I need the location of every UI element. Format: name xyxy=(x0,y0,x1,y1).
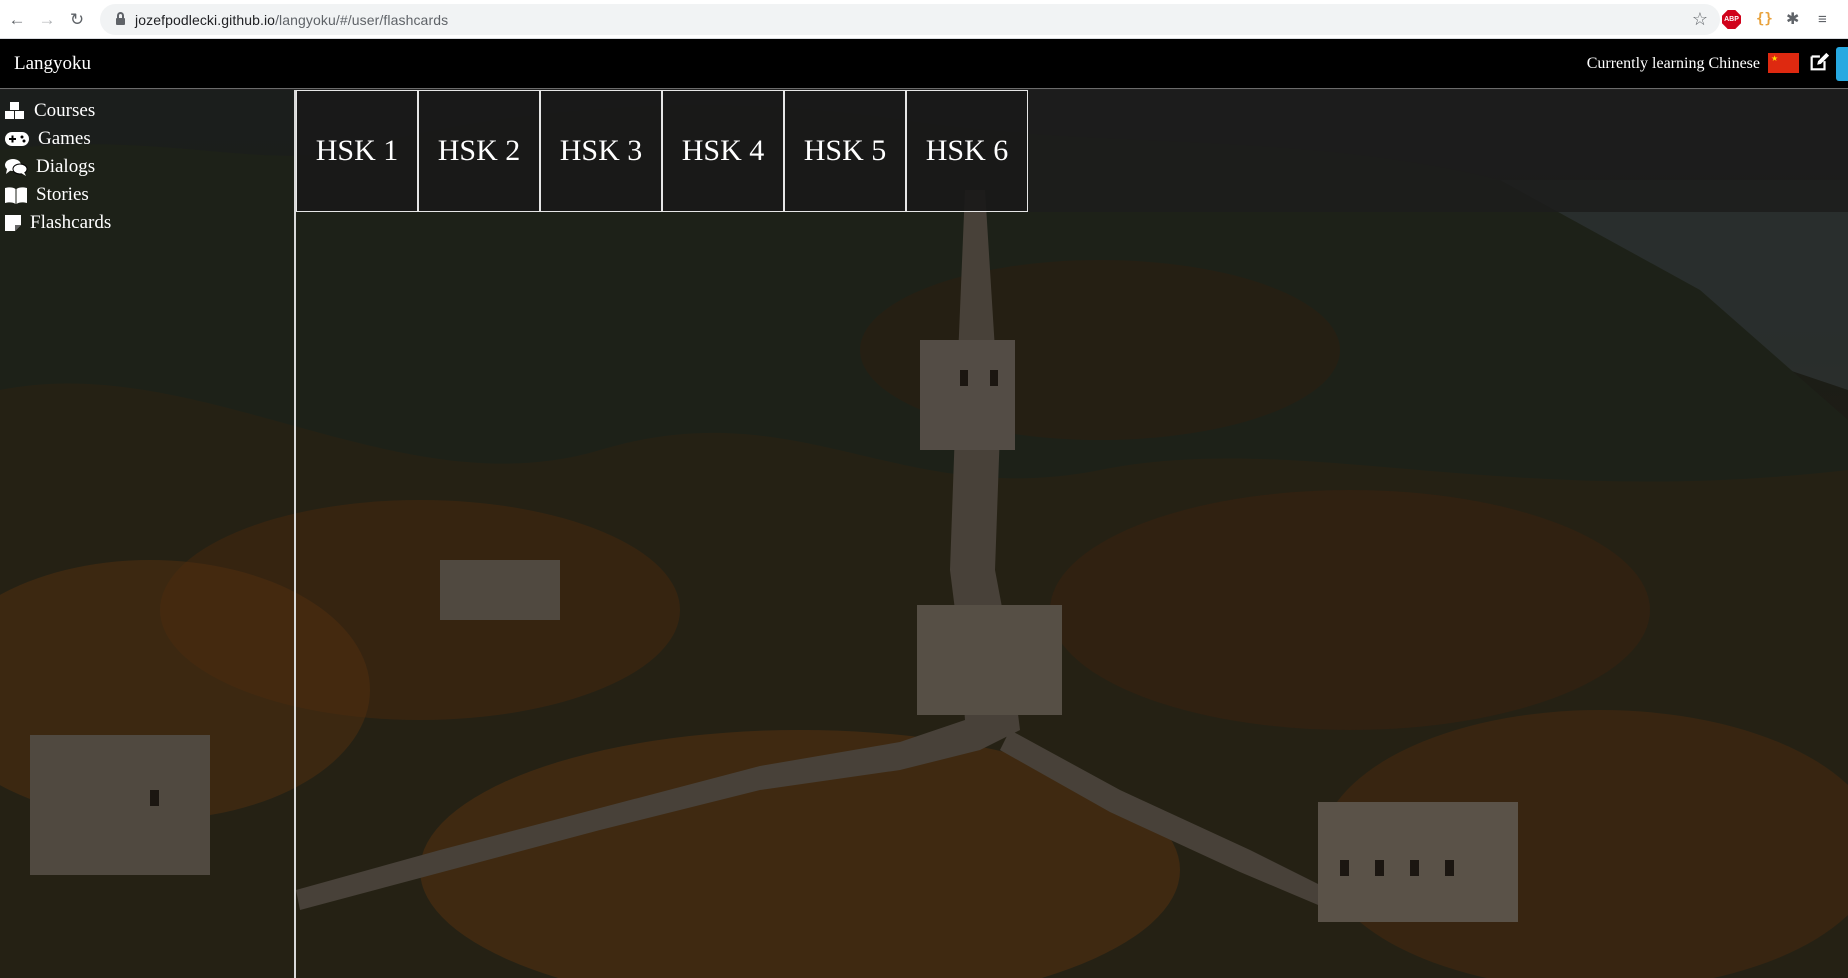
sidebar-item-courses[interactable]: Courses xyxy=(4,97,95,125)
tab-hsk-4[interactable]: HSK 4 xyxy=(662,90,784,212)
sidebar-item-label: Stories xyxy=(36,184,89,205)
sidebar-item-dialogs[interactable]: Dialogs xyxy=(4,153,95,181)
sidebar-item-stories[interactable]: Stories xyxy=(4,181,89,209)
brand-logo[interactable]: Langyoku xyxy=(14,53,91,75)
tab-hsk-2[interactable]: HSK 2 xyxy=(418,90,540,212)
current-language-label: Currently learning Chinese xyxy=(1586,55,1760,72)
back-icon[interactable]: ← xyxy=(6,8,28,30)
book-open-icon xyxy=(4,185,28,205)
braces-icon[interactable]: {} xyxy=(1756,9,1773,29)
tab-hsk-1[interactable]: HSK 1 xyxy=(296,90,418,212)
tab-hsk-5[interactable]: HSK 5 xyxy=(784,90,906,212)
sidebar-item-games[interactable]: Games xyxy=(4,125,91,153)
hsk-tab-bar: HSK 1 HSK 2 HSK 3 HSK 4 HSK 5 HSK 6 xyxy=(296,90,1848,212)
lock-icon[interactable] xyxy=(116,12,125,25)
puzzle-icon[interactable]: ✱ xyxy=(1786,9,1799,29)
cubes-icon xyxy=(4,101,26,121)
url-path: /langyoku/#/user/flashcards xyxy=(275,11,449,28)
forward-icon[interactable]: → xyxy=(36,8,58,30)
comments-icon xyxy=(4,157,28,177)
reading-list-icon[interactable]: ≡ xyxy=(1818,9,1827,29)
reload-icon[interactable]: ↻ xyxy=(66,8,88,30)
tab-hsk-3[interactable]: HSK 3 xyxy=(540,90,662,212)
browser-toolbar: ← → ↻ jozefpodlecki.github.io/langyoku/#… xyxy=(0,0,1848,39)
app-header: Langyoku Currently learning Chinese ★ xyxy=(0,39,1848,89)
gamepad-icon xyxy=(4,130,30,148)
sidebar-item-label: Courses xyxy=(34,100,96,121)
sticky-note-icon xyxy=(4,214,22,232)
sidebar: Courses Games Dialogs Stories Flashcards xyxy=(0,90,296,978)
tab-hsk-6[interactable]: HSK 6 xyxy=(906,90,1028,212)
url-host: jozefpodlecki.github.io xyxy=(135,11,276,28)
sidebar-item-label: Dialogs xyxy=(36,156,96,177)
star-icon[interactable]: ☆ xyxy=(1692,9,1708,30)
edit-icon[interactable] xyxy=(1808,51,1830,73)
sidebar-item-label: Games xyxy=(38,128,91,149)
edge-accent xyxy=(1836,47,1848,81)
adblock-icon[interactable]: ABP xyxy=(1722,10,1741,29)
sidebar-item-flashcards[interactable]: Flashcards xyxy=(4,209,111,237)
sidebar-item-label: Flashcards xyxy=(30,212,112,233)
china-flag-icon[interactable]: ★ xyxy=(1768,53,1799,73)
address-bar[interactable]: jozefpodlecki.github.io/langyoku/#/user/… xyxy=(100,4,1720,35)
url-text[interactable]: jozefpodlecki.github.io/langyoku/#/user/… xyxy=(135,12,448,28)
